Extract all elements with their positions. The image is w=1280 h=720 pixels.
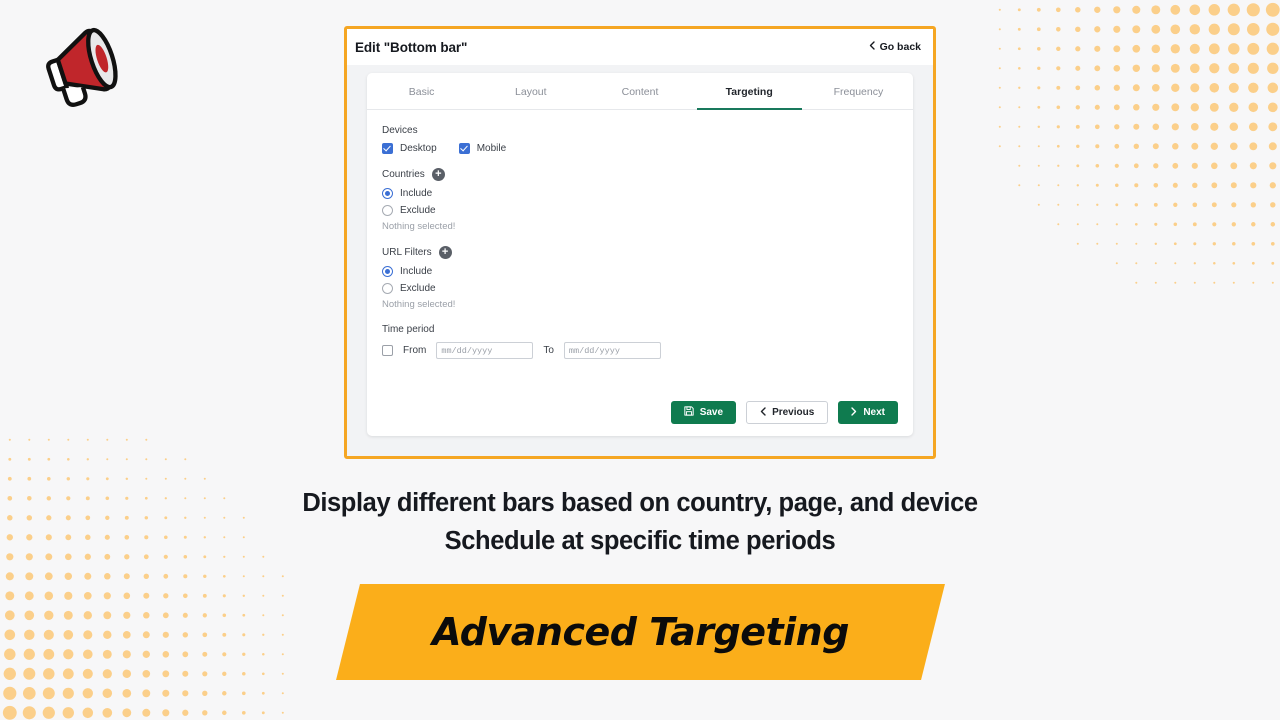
megaphone-icon bbox=[28, 18, 124, 114]
form-actions: Save Previous Next bbox=[382, 401, 898, 436]
url-filters-label: URL Filters + bbox=[382, 246, 898, 259]
radio-selected-icon bbox=[382, 266, 393, 277]
checkbox-checked-icon bbox=[382, 143, 393, 154]
next-button-label: Next bbox=[863, 407, 885, 418]
card-header: Edit "Bottom bar" Go back bbox=[347, 29, 933, 65]
tab-layout[interactable]: Layout bbox=[476, 73, 585, 109]
caption: Display different bars based on country,… bbox=[0, 484, 1280, 560]
banner-title: Advanced Targeting bbox=[432, 610, 849, 654]
radio-countries-exclude-label: Exclude bbox=[400, 205, 436, 216]
radio-url-exclude[interactable]: Exclude bbox=[382, 283, 898, 294]
url-filters-section: URL Filters + Include Exclude Nothing se… bbox=[382, 246, 898, 310]
save-disk-icon bbox=[684, 406, 694, 419]
tab-frequency[interactable]: Frequency bbox=[804, 73, 913, 109]
checkbox-checked-icon bbox=[458, 143, 470, 154]
to-label: To bbox=[543, 345, 554, 356]
countries-label-text: Countries bbox=[382, 169, 425, 180]
next-button[interactable]: Next bbox=[838, 401, 898, 424]
card-body: Basic Layout Content Targeting Frequency… bbox=[347, 65, 933, 456]
checkbox-mobile[interactable]: Mobile bbox=[458, 143, 507, 154]
page-title: Edit "Bottom bar" bbox=[355, 39, 468, 55]
previous-button[interactable]: Previous bbox=[746, 401, 829, 424]
targeting-form: Devices Desktop Mobile Countries + Inclu… bbox=[367, 110, 913, 436]
radio-countries-include[interactable]: Include bbox=[382, 188, 898, 199]
tab-basic[interactable]: Basic bbox=[367, 73, 476, 109]
time-period-label: Time period bbox=[382, 324, 435, 335]
editor-card: Edit "Bottom bar" Go back Basic Layout C… bbox=[344, 26, 936, 459]
radio-url-include-label: Include bbox=[400, 266, 433, 277]
checkbox-mobile-label: Mobile bbox=[476, 143, 507, 154]
caption-line-2: Schedule at specific time periods bbox=[444, 527, 836, 555]
countries-empty-hint: Nothing selected! bbox=[382, 221, 456, 232]
checkbox-time-period-enable[interactable] bbox=[382, 345, 393, 356]
chevron-right-icon bbox=[851, 406, 857, 419]
save-button-label: Save bbox=[699, 407, 724, 418]
save-button[interactable]: Save bbox=[670, 401, 737, 424]
checkbox-desktop-label: Desktop bbox=[400, 143, 437, 154]
url-filters-empty-hint: Nothing selected! bbox=[382, 299, 456, 310]
settings-panel: Basic Layout Content Targeting Frequency… bbox=[367, 73, 913, 436]
date-to-input[interactable]: mm/dd/yyyy bbox=[563, 342, 661, 359]
radio-url-exclude-label: Exclude bbox=[400, 283, 436, 294]
countries-section: Countries + Include Exclude Nothing sele… bbox=[382, 168, 898, 232]
radio-url-include[interactable]: Include bbox=[382, 266, 898, 277]
from-label: From bbox=[403, 345, 427, 356]
plus-circle-icon[interactable]: + bbox=[431, 168, 445, 181]
halftone-dots-bottom-left bbox=[0, 430, 290, 720]
halftone-dots-top-right bbox=[990, 0, 1280, 290]
tab-targeting[interactable]: Targeting bbox=[695, 73, 804, 110]
url-filters-label-text: URL Filters bbox=[382, 247, 432, 258]
chevron-left-icon bbox=[760, 406, 766, 419]
plus-circle-icon[interactable]: + bbox=[438, 246, 452, 259]
checkbox-desktop[interactable]: Desktop bbox=[382, 143, 437, 154]
time-period-section: Time period From mm/dd/yyyy To mm/dd/yyy… bbox=[382, 324, 898, 359]
radio-countries-exclude[interactable]: Exclude bbox=[382, 205, 898, 216]
previous-button-label: Previous bbox=[772, 407, 815, 418]
tab-content[interactable]: Content bbox=[585, 73, 694, 109]
devices-section: Devices Desktop Mobile bbox=[382, 125, 898, 154]
chevron-left-icon bbox=[869, 41, 875, 53]
radio-selected-icon bbox=[382, 188, 393, 199]
caption-line-1: Display different bars based on country,… bbox=[302, 489, 978, 517]
radio-countries-include-label: Include bbox=[400, 188, 433, 199]
devices-label: Devices bbox=[382, 125, 418, 136]
date-from-input[interactable]: mm/dd/yyyy bbox=[436, 342, 534, 359]
countries-label: Countries + bbox=[382, 168, 898, 181]
radio-unselected-icon bbox=[382, 205, 393, 216]
tab-bar: Basic Layout Content Targeting Frequency bbox=[367, 73, 913, 110]
radio-unselected-icon bbox=[382, 283, 393, 294]
go-back-link[interactable]: Go back bbox=[869, 41, 921, 53]
go-back-label: Go back bbox=[879, 41, 921, 53]
